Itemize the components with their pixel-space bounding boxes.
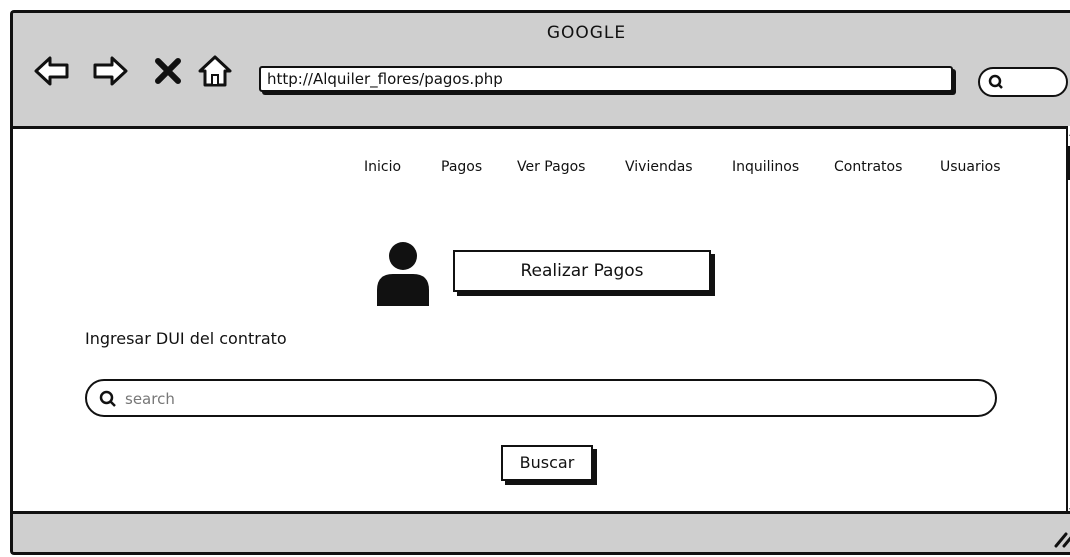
browser-window: GOOGLE http://Alquiler_flores/pagos.php …: [10, 10, 1070, 555]
home-icon[interactable]: [197, 53, 233, 89]
user-avatar-icon: [375, 240, 431, 306]
window-title: GOOGLE: [546, 23, 627, 43]
nav-item-contratos[interactable]: Contratos: [834, 159, 902, 175]
site-nav: Inicio Pagos Ver Pagos Viviendas Inquili…: [13, 159, 1070, 179]
back-arrow-icon[interactable]: [33, 53, 71, 89]
nav-item-inquilinos[interactable]: Inquilinos: [732, 159, 799, 175]
dui-search-field[interactable]: [85, 379, 997, 417]
nav-item-viviendas[interactable]: Viviendas: [625, 159, 693, 175]
nav-item-pagos[interactable]: Pagos: [441, 159, 482, 175]
browser-search-field[interactable]: [978, 67, 1068, 97]
realizar-pagos-button[interactable]: Realizar Pagos: [453, 250, 711, 292]
dui-label: Ingresar DUI del contrato: [85, 329, 287, 348]
close-icon[interactable]: [153, 53, 183, 89]
nav-item-ver-pagos[interactable]: Ver Pagos: [517, 159, 585, 175]
search-input[interactable]: [123, 385, 967, 413]
buscar-button[interactable]: Buscar: [501, 445, 593, 481]
status-bar: [13, 511, 1070, 552]
browser-toolbar: GOOGLE http://Alquiler_flores/pagos.php: [13, 13, 1070, 129]
resize-grip-icon[interactable]: [1052, 526, 1070, 548]
search-icon: [988, 74, 1003, 89]
address-bar[interactable]: http://Alquiler_flores/pagos.php: [259, 66, 953, 92]
nav-item-inicio[interactable]: Inicio: [364, 159, 401, 175]
search-icon: [99, 390, 116, 407]
forward-arrow-icon[interactable]: [91, 53, 129, 89]
vertical-scrollbar[interactable]: [1066, 126, 1070, 518]
nav-item-usuarios[interactable]: Usuarios: [940, 159, 1001, 175]
